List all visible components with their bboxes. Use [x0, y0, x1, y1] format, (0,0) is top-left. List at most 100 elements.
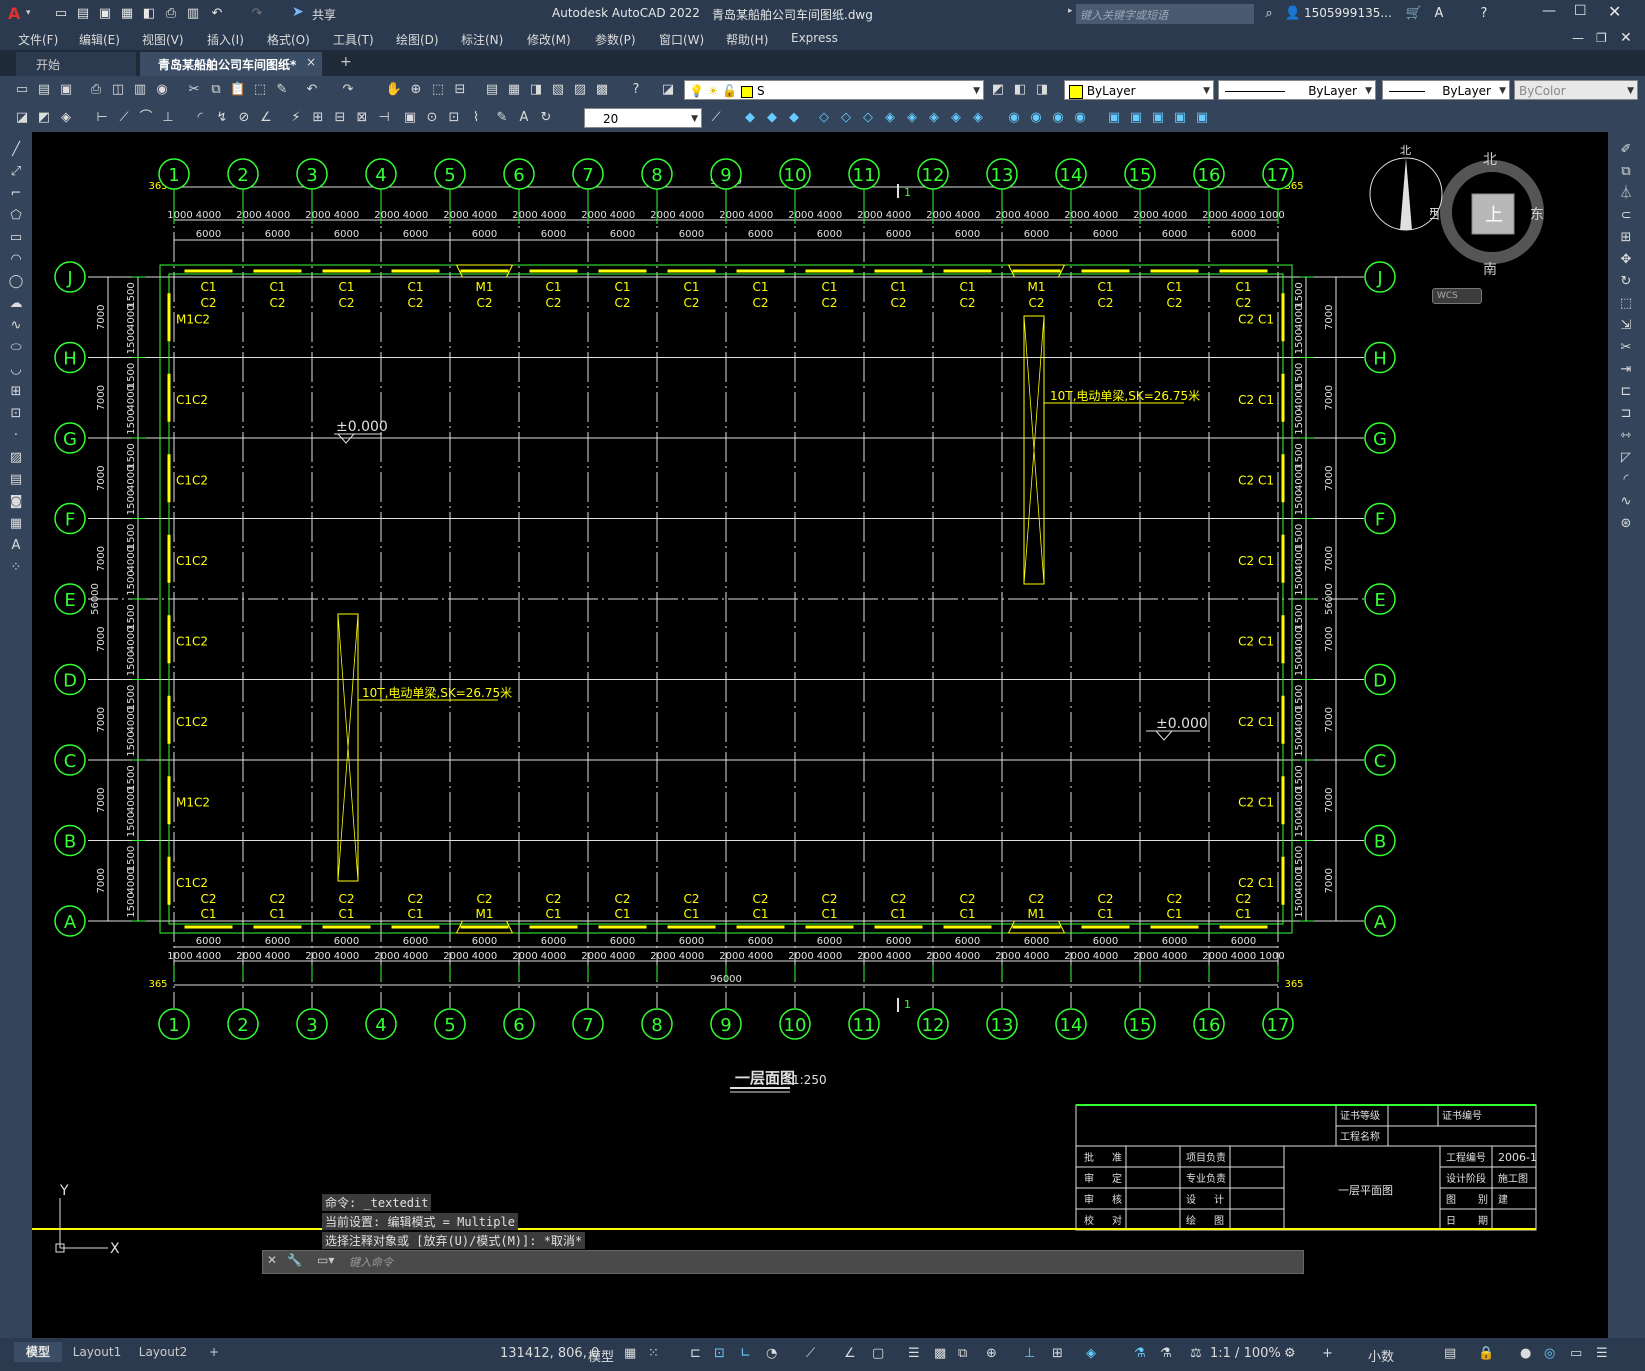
modify-2-icon[interactable]: ◆	[762, 108, 782, 128]
menu-help[interactable]: 帮助(H)	[726, 31, 768, 48]
dim-text-edit-icon[interactable]: A	[514, 108, 534, 128]
dim-angular-icon[interactable]: ∠	[256, 108, 276, 128]
fillet-icon[interactable]: ◜	[1616, 470, 1636, 490]
blend-icon[interactable]: ∿	[1616, 492, 1636, 512]
quick-access-new-icon[interactable]: ▭	[52, 5, 70, 23]
zoom-window-icon[interactable]: ⬚	[428, 80, 448, 100]
dim-baseline-icon[interactable]: ⊞	[308, 108, 328, 128]
modify-4-icon[interactable]: ◇	[814, 108, 834, 128]
web-icon[interactable]: ◉	[152, 80, 172, 100]
user-name[interactable]: 1505999135...	[1304, 6, 1392, 20]
tool-palettes-icon[interactable]: ◨	[526, 80, 546, 100]
doc-restore-icon[interactable]: ❐	[1596, 31, 1607, 45]
annotation-scale-icon[interactable]: ⚖	[1190, 1346, 1202, 1361]
dim-aligned-icon[interactable]: ⟋	[114, 108, 134, 128]
revcloud-icon[interactable]: ☁	[6, 294, 26, 314]
xline-icon[interactable]: ⤢	[6, 162, 26, 182]
modify-17-icon[interactable]: ▣	[1126, 108, 1146, 128]
command-line[interactable]: ✕ 🔧 ▭▾ 键入命令	[262, 1250, 1304, 1274]
command-close-icon[interactable]: ✕	[267, 1253, 277, 1267]
linetype-dropdown[interactable]: ByLayer ▼	[1218, 80, 1376, 100]
modify-13-icon[interactable]: ◉	[1026, 108, 1046, 128]
modify-11-icon[interactable]: ◈	[968, 108, 988, 128]
menu-dimension[interactable]: 标注(N)	[461, 31, 503, 48]
share-icon[interactable]: ➤	[292, 4, 304, 20]
chamfer-icon[interactable]: ◸	[1616, 448, 1636, 468]
stretch-icon[interactable]: ⇲	[1616, 316, 1636, 336]
customization-icon[interactable]: ☰	[1596, 1346, 1608, 1361]
lock-ui-icon[interactable]: 🔒	[1478, 1346, 1494, 1361]
ortho-icon[interactable]: ∟	[740, 1346, 751, 1361]
region-icon[interactable]: ◙	[6, 492, 26, 512]
gradient-icon[interactable]: ▤	[6, 470, 26, 490]
dim-continue-icon[interactable]: ⊟	[330, 108, 350, 128]
quick-properties-icon[interactable]: ▤	[1444, 1346, 1456, 1361]
polar-icon[interactable]: ◔	[766, 1346, 777, 1361]
sheetset-icon[interactable]: ▧	[548, 80, 568, 100]
make-block-icon[interactable]: ⊡	[6, 404, 26, 424]
annotation-monitor-icon[interactable]: +	[1322, 1346, 1333, 1361]
modify-3-icon[interactable]: ◆	[784, 108, 804, 128]
minimize-icon[interactable]: —	[1542, 3, 1556, 19]
floor-plan-drawing[interactable]: 60001000 400060002000 400060002000 40006000…	[32, 132, 1608, 1338]
zoom-previous-icon[interactable]: ⊟	[450, 80, 470, 100]
command-input[interactable]: 键入命令	[349, 1254, 393, 1270]
quick-access-publish-icon[interactable]: ⎙	[162, 5, 180, 23]
menu-format[interactable]: 格式(O)	[267, 31, 310, 48]
properties-icon[interactable]: ▤	[482, 80, 502, 100]
viewcube-svg[interactable]: 上 北 南 东 西	[1426, 144, 1560, 304]
dim-style-icon[interactable]: ⟋	[706, 108, 726, 128]
new-layout-icon[interactable]: +	[204, 1342, 224, 1362]
modify-19-icon[interactable]: ▣	[1170, 108, 1190, 128]
tab-layout1[interactable]: Layout1	[66, 1342, 128, 1362]
infer-icon[interactable]: ⊏	[690, 1346, 701, 1361]
quick-access-web-icon[interactable]: ◧	[140, 5, 158, 23]
dim-radius-icon[interactable]: ◜	[190, 108, 210, 128]
close-icon[interactable]: ✕	[1608, 2, 1621, 21]
polyline-icon[interactable]: ⌐	[6, 184, 26, 204]
markup-icon[interactable]: ▨	[570, 80, 590, 100]
quick-access-open-icon[interactable]: ▤	[74, 5, 92, 23]
command-customize-icon[interactable]: 🔧	[287, 1253, 302, 1267]
plotstyle-dropdown[interactable]: ByColor ▼	[1514, 80, 1638, 100]
design-center-icon[interactable]: ▦	[504, 80, 524, 100]
offset-icon[interactable]: ⊂	[1616, 206, 1636, 226]
dim-break-icon[interactable]: ⊣	[374, 108, 394, 128]
search-icon[interactable]: ⌕	[1260, 5, 1278, 23]
insert-block-icon[interactable]: ⊞	[6, 382, 26, 402]
menu-window[interactable]: 窗口(W)	[659, 31, 704, 48]
osnap-icon[interactable]: ∠	[844, 1346, 856, 1361]
viewcube-south[interactable]: 南	[1483, 262, 1497, 278]
menu-tools[interactable]: 工具(T)	[333, 31, 374, 48]
dim-space-icon[interactable]: ⊠	[352, 108, 372, 128]
modify-1-icon[interactable]: ◆	[740, 108, 760, 128]
autoscale-icon[interactable]: ⚗	[1160, 1346, 1172, 1361]
add-selected-icon[interactable]: ⁘	[6, 558, 26, 578]
brush-icon[interactable]: ✎	[272, 80, 292, 100]
trim-icon[interactable]: ✂	[1616, 338, 1636, 358]
center-mark-icon[interactable]: ⊙	[422, 108, 442, 128]
new-tab-icon[interactable]: +	[340, 54, 352, 70]
modify-16-icon[interactable]: ▣	[1104, 108, 1124, 128]
isolate-icon[interactable]: ●	[1520, 1346, 1531, 1361]
lineweight-dropdown[interactable]: ByLayer ▼	[1382, 80, 1510, 100]
modify-18-icon[interactable]: ▣	[1148, 108, 1168, 128]
user-icon[interactable]: 👤	[1284, 5, 1302, 23]
undo-toolbar-icon[interactable]: ↶	[302, 80, 322, 100]
dim-edit-icon[interactable]: ✎	[492, 108, 512, 128]
app-logo-icon[interactable]: A	[8, 4, 20, 23]
model-space-button[interactable]: 模型	[588, 1346, 614, 1365]
copy-icon[interactable]: ⧉	[206, 80, 226, 100]
otrack-icon[interactable]: ▢	[872, 1346, 884, 1361]
mtext-icon[interactable]: A	[6, 536, 26, 556]
array-icon[interactable]: ⊞	[1616, 228, 1636, 248]
selection-cycling-icon[interactable]: ⧉	[958, 1346, 967, 1361]
viewcube-north[interactable]: 北	[1483, 152, 1497, 168]
command-recent-icon[interactable]: ▭▾	[317, 1253, 334, 1267]
menu-insert[interactable]: 插入(I)	[207, 31, 244, 48]
doc-close-icon[interactable]: ✕	[1620, 30, 1632, 46]
modify-7-icon[interactable]: ◈	[880, 108, 900, 128]
inspect-icon[interactable]: ⊡	[444, 108, 464, 128]
make-current-icon[interactable]: ◩	[988, 80, 1008, 100]
modify-10-icon[interactable]: ◈	[946, 108, 966, 128]
